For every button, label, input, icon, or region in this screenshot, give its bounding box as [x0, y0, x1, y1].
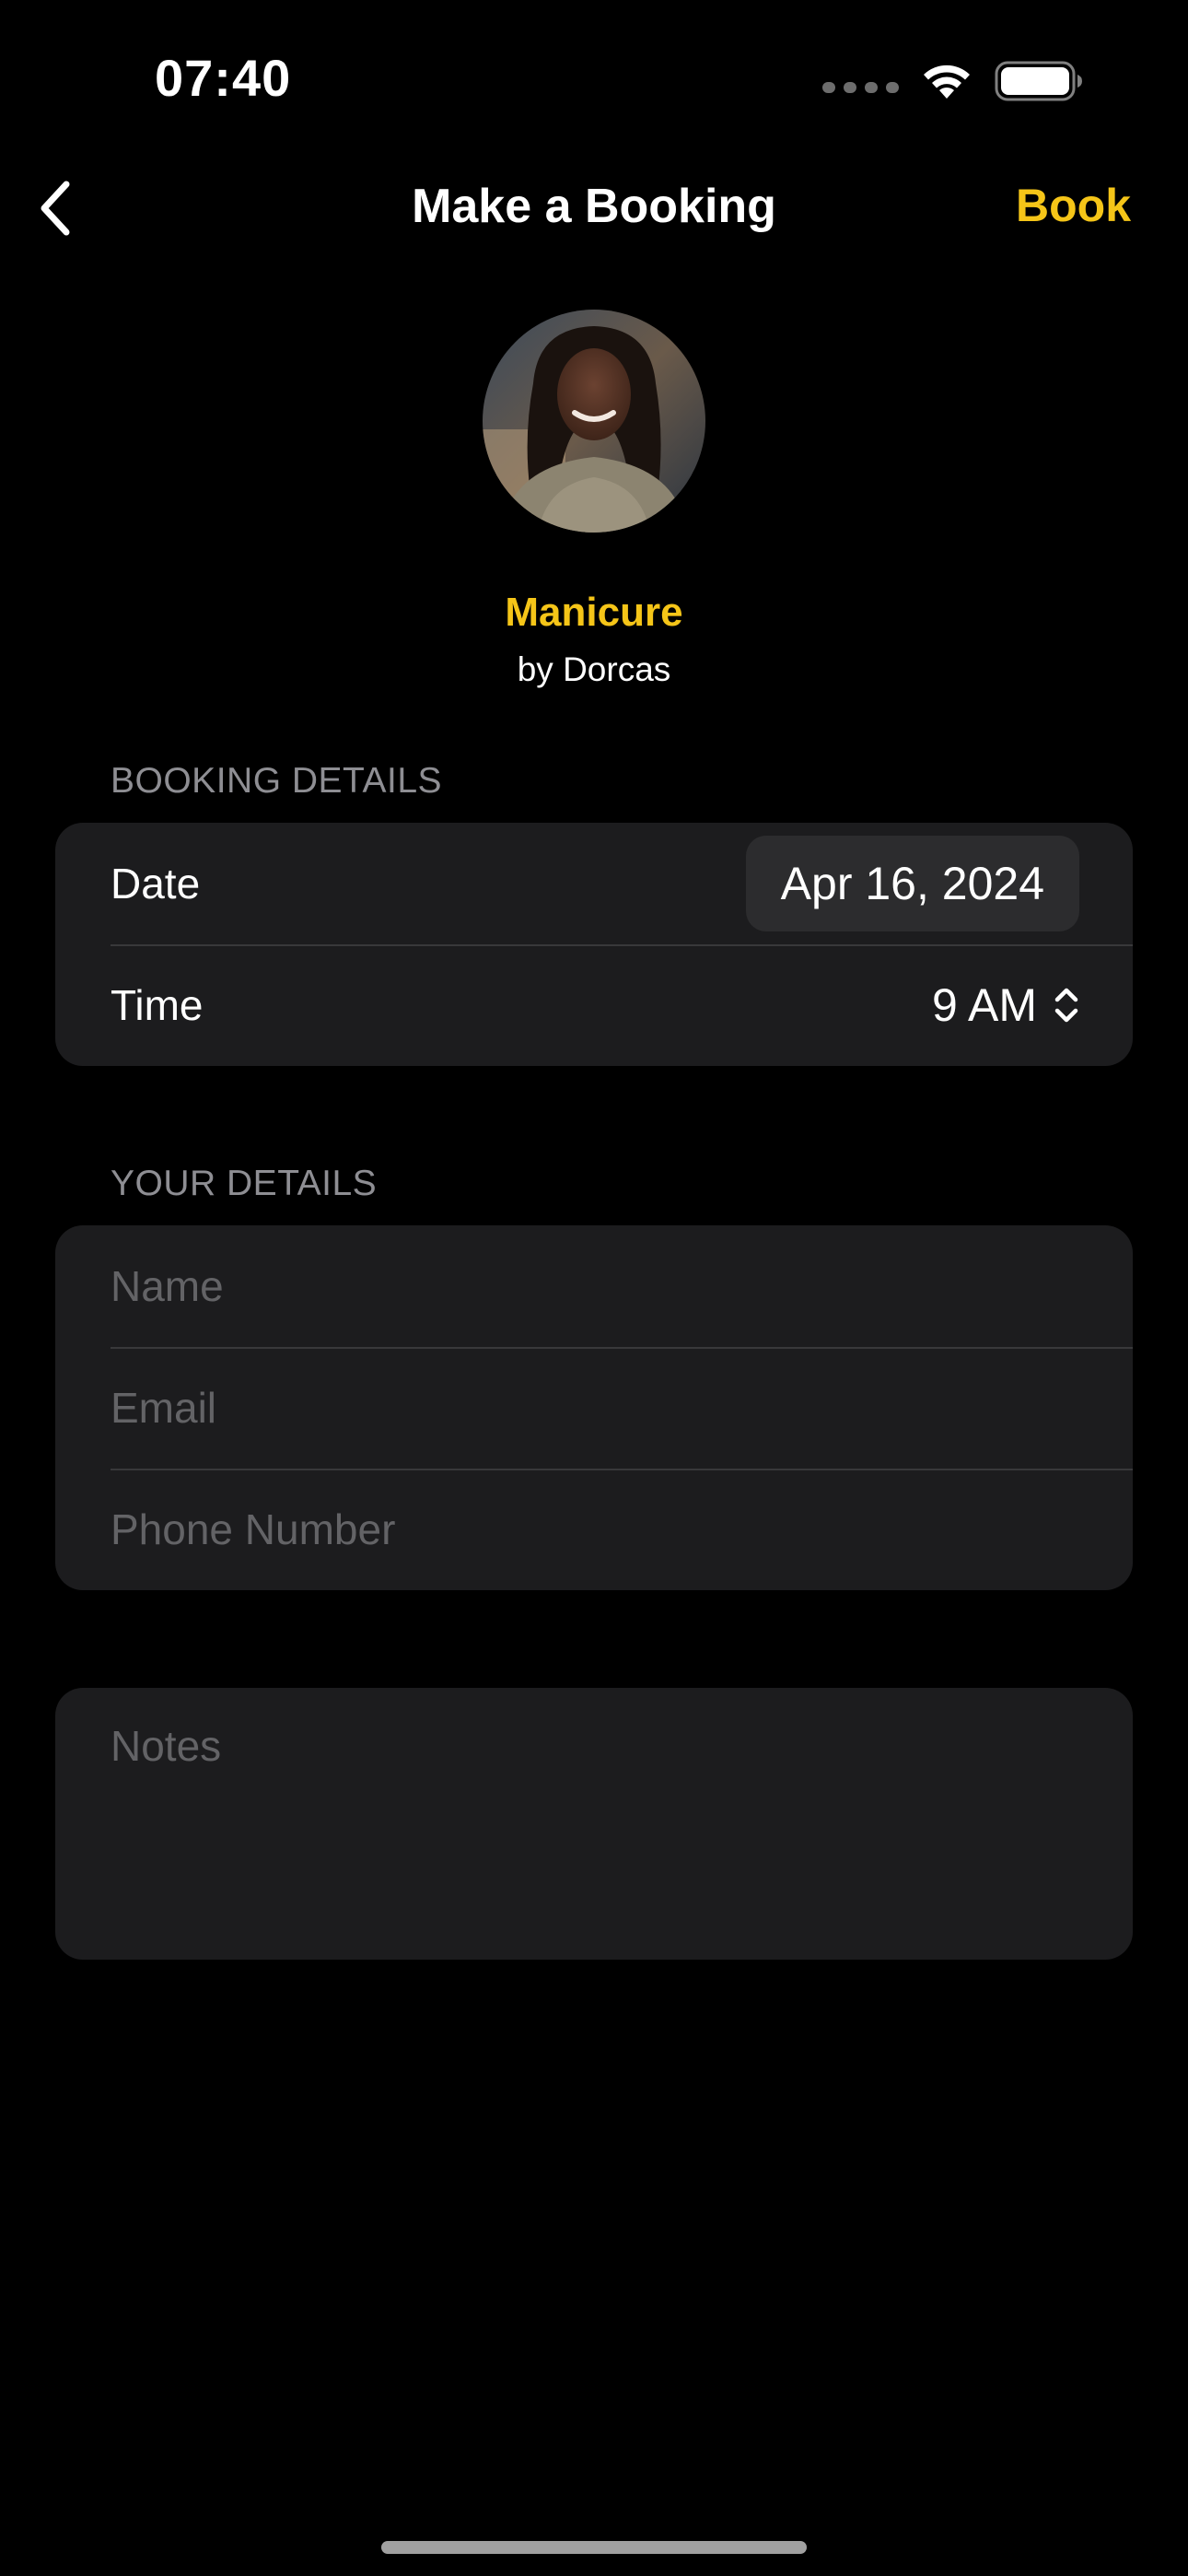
your-details-card [55, 1225, 1133, 1590]
date-row: Date Apr 16, 2024 [55, 823, 1133, 944]
service-name: Manicure [505, 590, 683, 635]
time-value: 9 AM [932, 979, 1037, 1031]
book-button[interactable]: Book [1016, 179, 1131, 232]
date-picker[interactable]: Apr 16, 2024 [745, 836, 1079, 931]
wifi-icon [924, 64, 970, 99]
time-row: Time 9 AM [55, 944, 1133, 1066]
date-value: Apr 16, 2024 [780, 858, 1044, 909]
name-row [55, 1225, 1133, 1347]
time-picker[interactable]: 9 AM [932, 978, 1079, 1032]
battery-icon [995, 61, 1082, 101]
email-row [55, 1347, 1133, 1469]
page-title: Make a Booking [412, 180, 776, 233]
email-field[interactable] [111, 1383, 1077, 1433]
notes-card [55, 1688, 1133, 1960]
status-icons [822, 57, 1083, 105]
phone-row [55, 1469, 1133, 1590]
booking-details-header: BOOKING DETAILS [111, 761, 443, 801]
notes-field[interactable] [55, 1688, 1133, 1960]
service-provider: by Dorcas [517, 650, 671, 688]
phone-field[interactable] [111, 1505, 1077, 1554]
up-down-chevron-icon [1054, 988, 1078, 1023]
booking-details-card: Date Apr 16, 2024 Time 9 AM [55, 823, 1133, 1066]
date-label: Date [111, 860, 201, 907]
home-indicator[interactable] [381, 2541, 807, 2554]
signal-icon [822, 82, 899, 93]
name-field[interactable] [111, 1261, 1077, 1311]
avatar [483, 310, 705, 533]
your-details-header: YOUR DETAILS [111, 1164, 378, 1203]
time-label: Time [111, 981, 204, 1029]
status-time: 07:40 [155, 49, 292, 107]
